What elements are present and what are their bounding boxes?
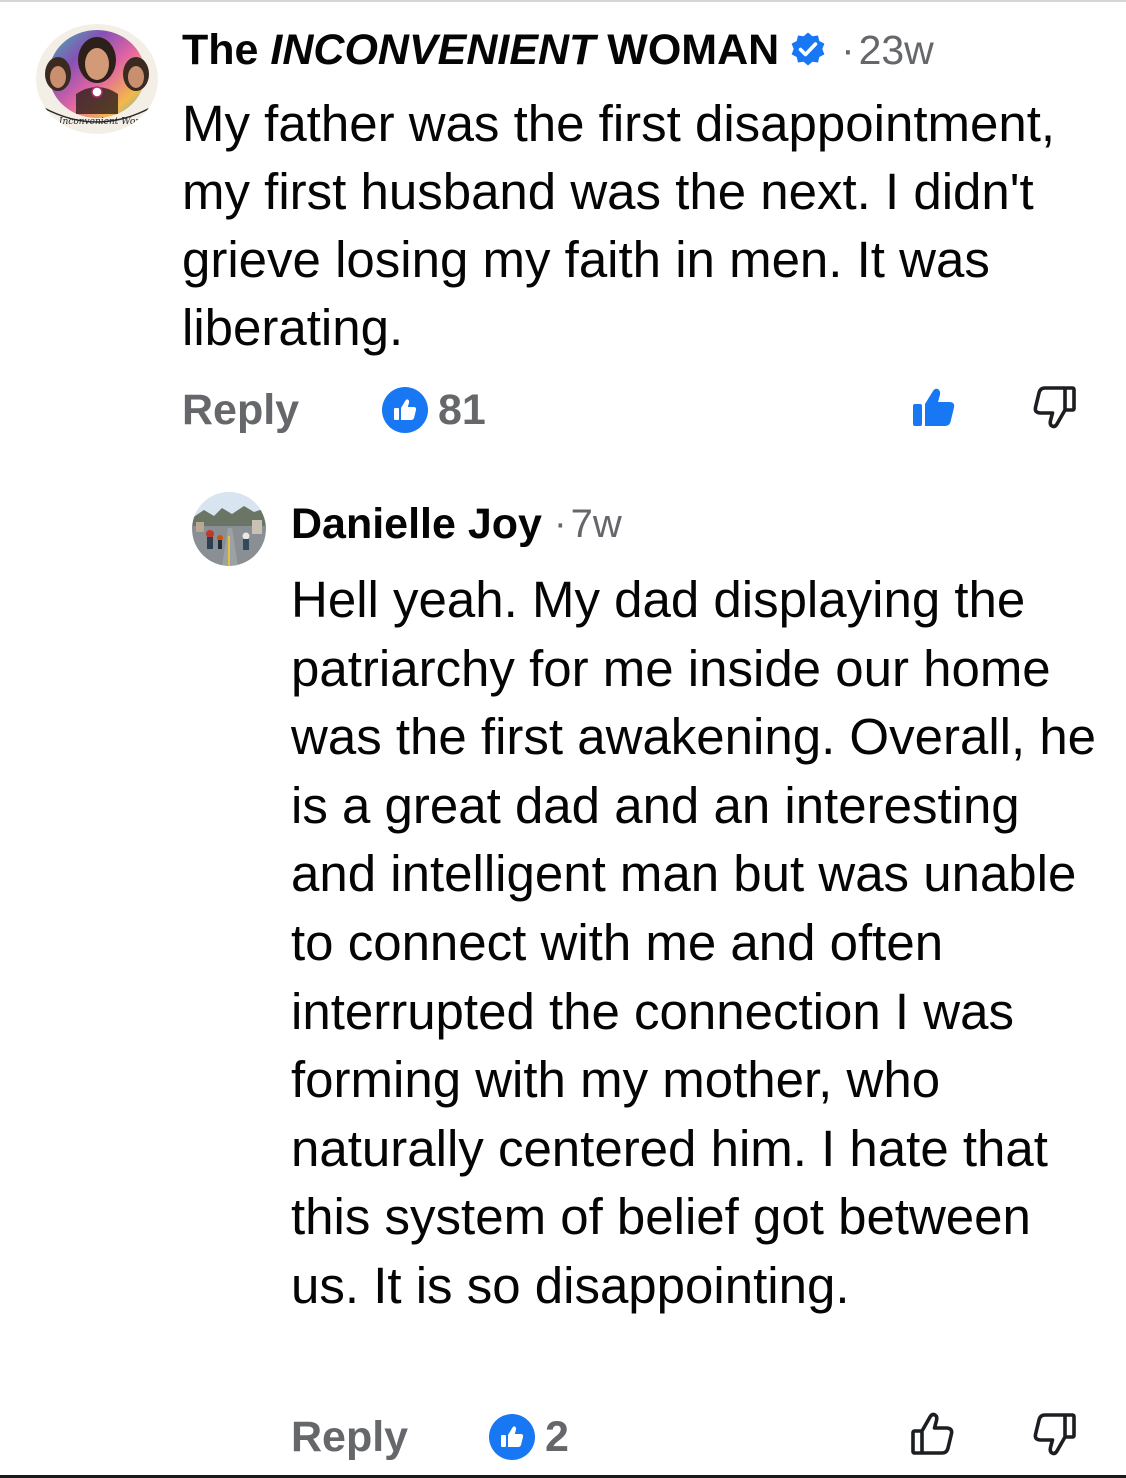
avatar[interactable]: The Inconvenient Woman: [36, 24, 158, 134]
reply-actions: Reply 2: [291, 1407, 1081, 1467]
timestamp[interactable]: 23w: [859, 27, 934, 74]
author-name[interactable]: The INCONVENIENT WOMAN: [182, 26, 779, 75]
avatar-logo-text: The Inconvenient Woman: [39, 117, 155, 127]
reply-reply-button[interactable]: Reply: [291, 1407, 408, 1467]
reply-like-reaction-icon: [489, 1414, 535, 1460]
reply-dislike-button[interactable]: [1030, 1411, 1078, 1459]
top-border: [0, 0, 1126, 2]
reaction-summary[interactable]: 81: [382, 386, 486, 434]
author-name-suffix: WOMAN: [595, 25, 780, 74]
reply-reaction-count: 2: [545, 1412, 569, 1461]
reply-text: Hell yeah. My dad displaying the patriar…: [291, 571, 1097, 1314]
comment-header: The INCONVENIENT WOMAN · 23w: [182, 24, 934, 76]
thumbs-up-outline-icon: [911, 1412, 954, 1455]
verified-badge-icon: [789, 31, 827, 69]
reply-author-name[interactable]: Danielle Joy: [291, 500, 542, 549]
reply-separator-dot: ·: [553, 502, 567, 545]
thumbs-down-icon: [1033, 1413, 1076, 1456]
reply-reaction-summary[interactable]: 2: [489, 1413, 569, 1461]
reply-timestamp[interactable]: 7w: [571, 502, 622, 547]
separator-dot: ·: [841, 27, 855, 72]
reply-button[interactable]: Reply: [182, 380, 299, 440]
reply-avatar[interactable]: [192, 492, 266, 566]
like-reaction-icon: [382, 387, 428, 433]
avatar-image: The Inconvenient Woman: [36, 24, 158, 134]
comment-text: My father was the first disappointment, …: [182, 95, 1056, 356]
comment-actions: Reply 81: [182, 380, 1082, 440]
reply-avatar-image: [192, 492, 266, 566]
author-name-emphasis: INCONVENIENT: [270, 25, 596, 74]
reply-header: Danielle Joy · 7w: [291, 498, 622, 550]
thumbs-up-filled-icon: [913, 388, 955, 426]
reaction-count: 81: [438, 385, 486, 434]
like-button[interactable]: [910, 382, 960, 432]
thumbs-down-icon: [1033, 386, 1076, 429]
author-name-prefix: The: [182, 25, 271, 74]
dislike-button[interactable]: [1030, 384, 1078, 432]
reply-like-button[interactable]: [909, 1409, 959, 1459]
